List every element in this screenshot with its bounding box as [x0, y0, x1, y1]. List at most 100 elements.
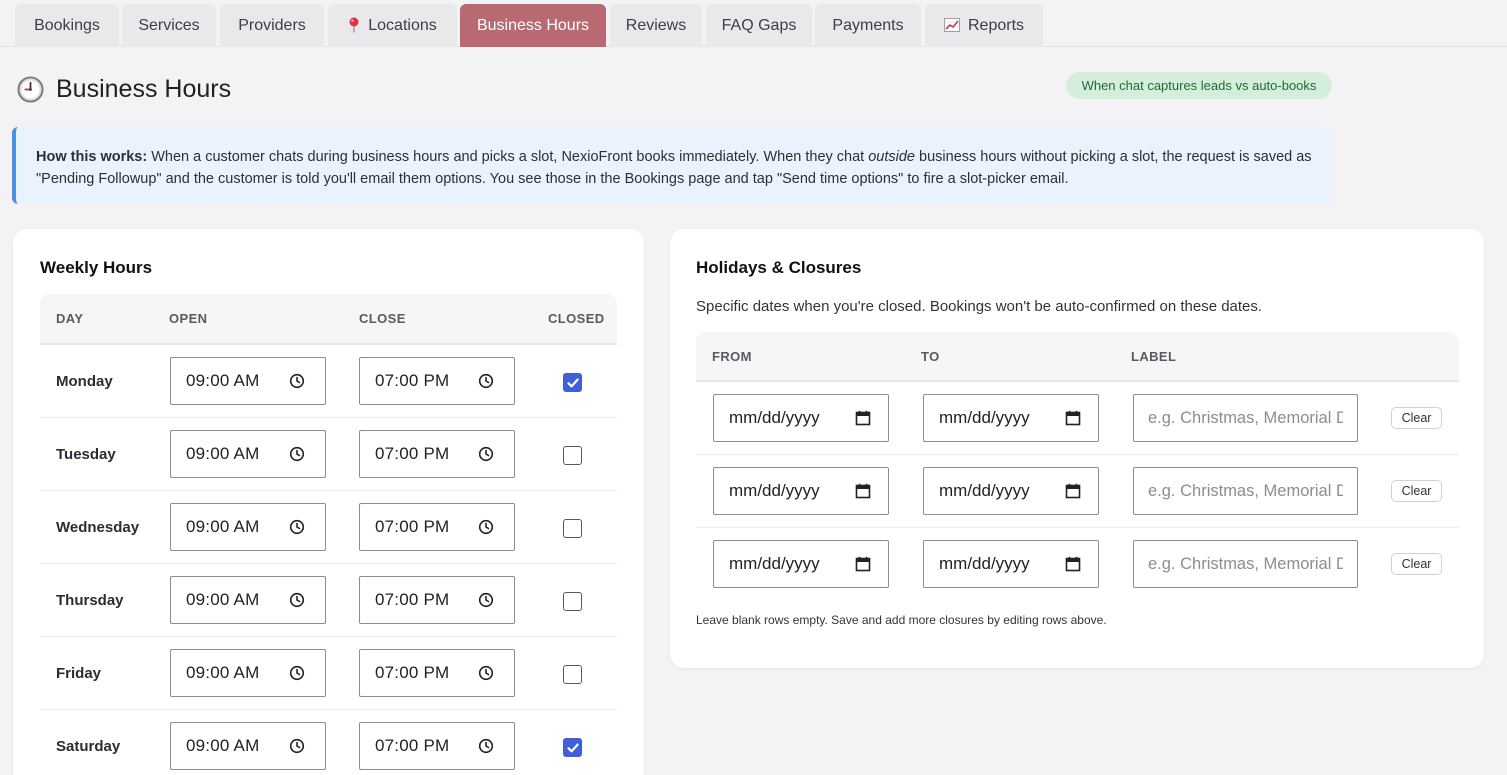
weekly-row: Thursday 09:00 AM 07:00 PM [40, 564, 617, 637]
col-from: FROM [712, 348, 752, 364]
clock-icon[interactable] [289, 665, 305, 681]
tab-label: Business Hours [476, 16, 590, 34]
calendar-icon[interactable] [855, 483, 871, 499]
info-callout: How this works: When a customer chats du… [12, 127, 1332, 204]
open-time-value: 09:00 AM [186, 371, 260, 390]
close-time-value: 07:00 PM [375, 517, 450, 536]
to-date-input[interactable]: mm/dd/yyyy [923, 394, 1099, 442]
clock-icon[interactable] [289, 446, 305, 462]
clear-button[interactable]: Clear [1391, 407, 1442, 429]
clock-icon[interactable] [478, 519, 494, 535]
tab-label: Services [138, 16, 200, 34]
clear-button[interactable]: Clear [1391, 553, 1442, 575]
open-time-value: 09:00 AM [186, 444, 260, 463]
day-label: Monday [56, 372, 113, 390]
open-time-input[interactable]: 09:00 AM [170, 503, 326, 551]
tab-business-hours[interactable]: Business Hours [460, 4, 606, 47]
holidays-description: Specific dates when you're closed. Booki… [696, 298, 1263, 315]
closed-checkbox[interactable] [563, 519, 582, 538]
day-label: Thursday [56, 591, 124, 609]
tab-bookings[interactable]: Bookings [15, 4, 119, 47]
close-time-input[interactable]: 07:00 PM [359, 576, 515, 624]
weekly-row: Tuesday 09:00 AM 07:00 PM [40, 418, 617, 491]
tab-label: Providers [238, 16, 306, 34]
closure-label-input[interactable] [1133, 394, 1358, 442]
close-time-input[interactable]: 07:00 PM [359, 649, 515, 697]
from-date-placeholder: mm/dd/yyyy [729, 481, 820, 500]
info-lead: How this works: [36, 149, 148, 165]
tab-label: Locations [368, 16, 437, 34]
closure-label-input[interactable] [1133, 540, 1358, 588]
open-time-value: 09:00 AM [186, 663, 260, 682]
clear-button[interactable]: Clear [1391, 480, 1442, 502]
tab-locations[interactable]: Locations [328, 4, 457, 47]
close-time-input[interactable]: 07:00 PM [359, 722, 515, 770]
tab-label: Bookings [34, 16, 100, 34]
calendar-icon[interactable] [855, 556, 871, 572]
tab-payments[interactable]: Payments [815, 4, 921, 47]
weekly-table-header: DAY OPEN CLOSE CLOSED [40, 294, 617, 345]
to-date-placeholder: mm/dd/yyyy [939, 481, 1030, 500]
from-date-placeholder: mm/dd/yyyy [729, 408, 820, 427]
clock-icon[interactable] [289, 738, 305, 754]
open-time-input[interactable]: 09:00 AM [170, 722, 326, 770]
tab-services[interactable]: Services [122, 4, 216, 47]
open-time-input[interactable]: 09:00 AM [170, 357, 326, 405]
tab-providers[interactable]: Providers [220, 4, 324, 47]
closure-row: mm/dd/yyyy mm/dd/yyyy Clear [696, 528, 1459, 601]
close-time-input[interactable]: 07:00 PM [359, 357, 515, 405]
weekly-hours-title: Weekly Hours [40, 258, 153, 277]
day-label: Friday [56, 664, 102, 682]
open-time-input[interactable]: 09:00 AM [170, 576, 326, 624]
calendar-icon[interactable] [1065, 410, 1081, 426]
tab-reports[interactable]: Reports [925, 4, 1043, 47]
weekly-row: Friday 09:00 AM 07:00 PM [40, 637, 617, 710]
clock-icon[interactable] [289, 592, 305, 608]
col-close: CLOSE [359, 311, 406, 326]
close-time-value: 07:00 PM [375, 444, 450, 463]
closed-checkbox[interactable] [563, 446, 582, 465]
close-time-value: 07:00 PM [375, 663, 450, 682]
calendar-icon[interactable] [1065, 483, 1081, 499]
clock-icon[interactable] [478, 373, 494, 389]
from-date-placeholder: mm/dd/yyyy [729, 554, 820, 573]
to-date-input[interactable]: mm/dd/yyyy [923, 467, 1099, 515]
info-text-1: When a customer chats during business ho… [147, 149, 869, 165]
close-time-input[interactable]: 07:00 PM [359, 503, 515, 551]
clock-icon[interactable] [478, 592, 494, 608]
from-date-input[interactable]: mm/dd/yyyy [713, 540, 889, 588]
from-date-input[interactable]: mm/dd/yyyy [713, 394, 889, 442]
to-date-input[interactable]: mm/dd/yyyy [923, 540, 1099, 588]
calendar-icon[interactable] [1065, 556, 1081, 572]
closure-label-input[interactable] [1133, 467, 1358, 515]
from-date-input[interactable]: mm/dd/yyyy [713, 467, 889, 515]
tab-reviews[interactable]: Reviews [610, 4, 702, 47]
day-label: Tuesday [56, 445, 116, 463]
day-label: Saturday [56, 737, 121, 755]
open-time-input[interactable]: 09:00 AM [170, 430, 326, 478]
calendar-icon[interactable] [855, 410, 871, 426]
clock-icon[interactable] [478, 738, 494, 754]
closure-row: mm/dd/yyyy mm/dd/yyyy Clear [696, 382, 1459, 455]
closed-checkbox[interactable] [563, 738, 582, 757]
closed-checkbox[interactable] [563, 373, 582, 392]
closure-row: mm/dd/yyyy mm/dd/yyyy Clear [696, 455, 1459, 528]
chart-icon [943, 17, 960, 34]
closed-checkbox[interactable] [563, 592, 582, 611]
day-label: Wednesday [56, 518, 140, 536]
col-open: OPEN [169, 311, 208, 326]
close-time-value: 07:00 PM [375, 371, 450, 390]
clock-icon[interactable] [289, 519, 305, 535]
close-time-value: 07:00 PM [375, 590, 450, 609]
clock-icon[interactable] [478, 446, 494, 462]
open-time-input[interactable]: 09:00 AM [170, 649, 326, 697]
tab-faq-gaps[interactable]: FAQ Gaps [706, 4, 812, 47]
holidays-title: Holidays & Closures [696, 258, 862, 277]
close-time-input[interactable]: 07:00 PM [359, 430, 515, 478]
tab-label: Payments [832, 16, 904, 34]
col-label: LABEL [1131, 348, 1177, 364]
clock-icon[interactable] [478, 665, 494, 681]
to-date-placeholder: mm/dd/yyyy [939, 408, 1030, 427]
clock-icon[interactable] [289, 373, 305, 389]
closed-checkbox[interactable] [563, 665, 582, 684]
